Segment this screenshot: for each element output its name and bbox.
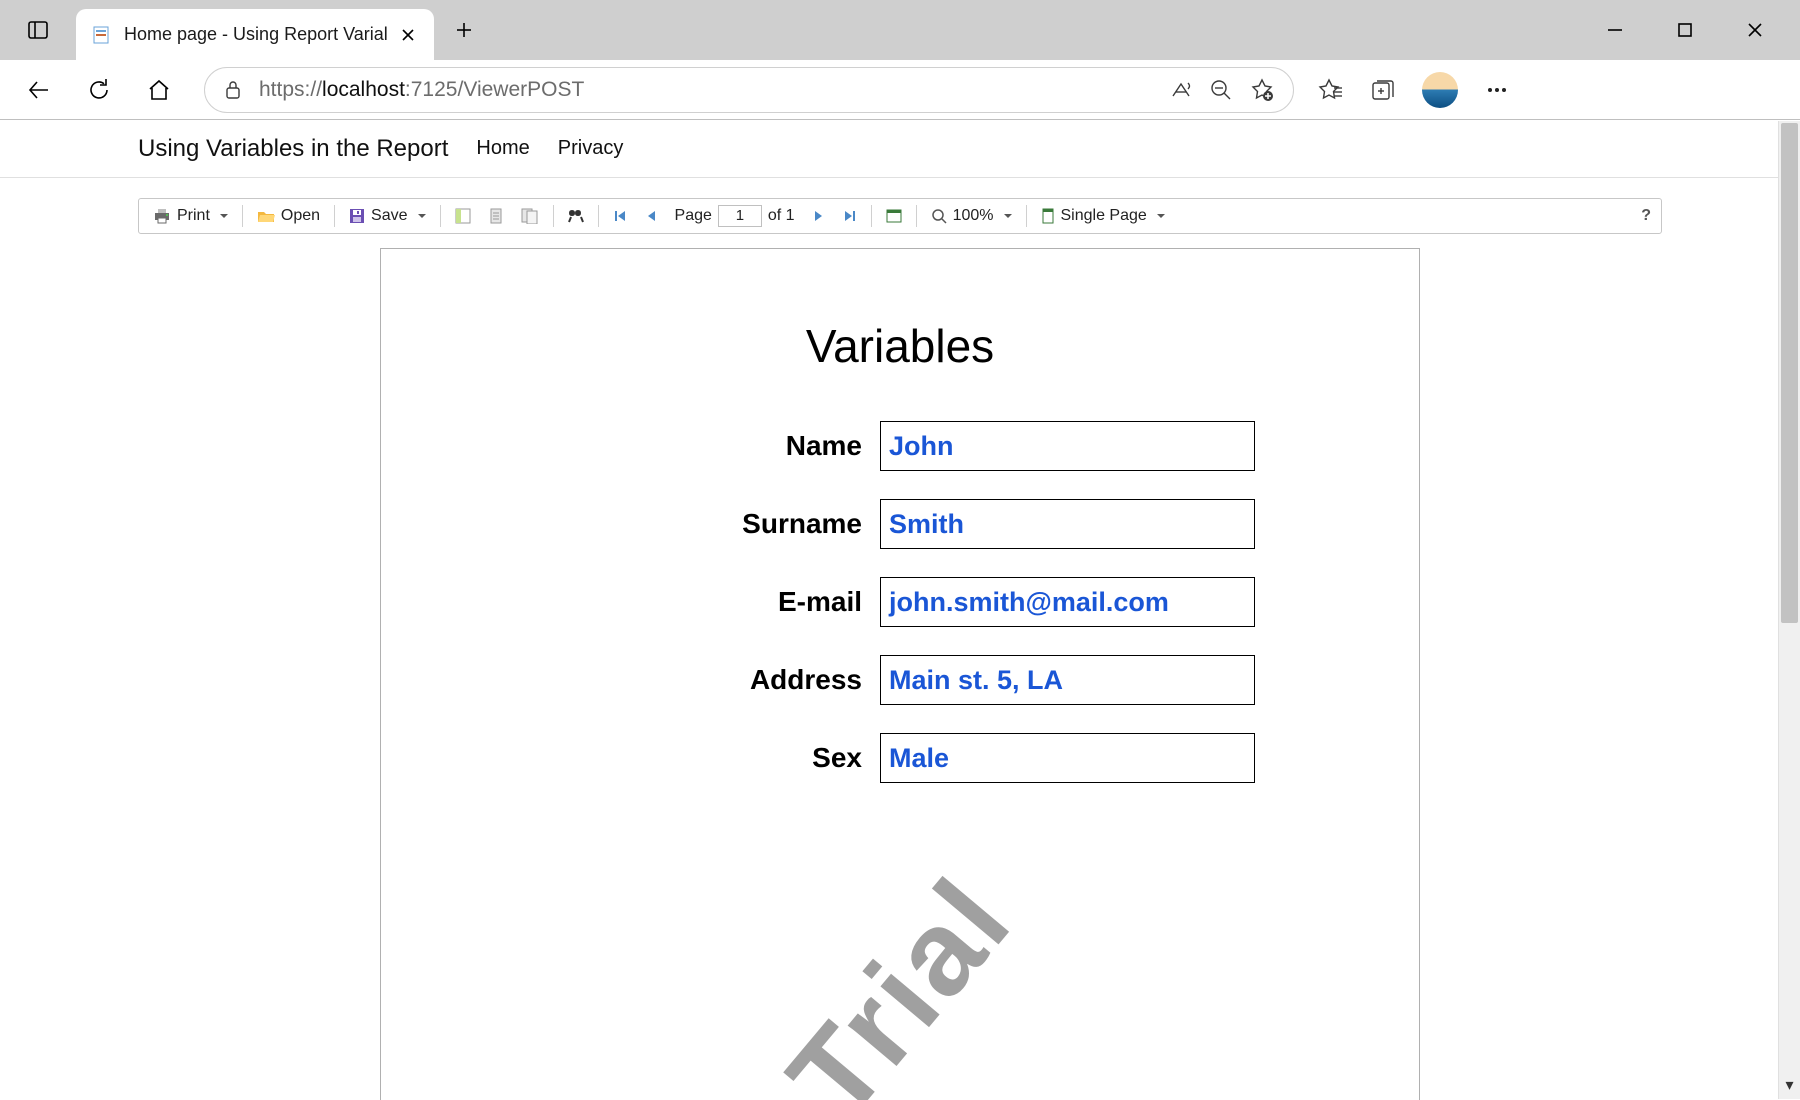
field-value-name: John [880, 421, 1255, 471]
close-window-button[interactable] [1720, 0, 1790, 60]
field-label-address: Address [520, 664, 880, 696]
field-row-name: Name John [520, 421, 1280, 471]
collections-button[interactable] [1358, 65, 1408, 115]
browser-tab[interactable]: Home page - Using Report Varial [76, 9, 434, 60]
view-mode-label: Single Page [1061, 207, 1147, 225]
minimize-button[interactable] [1580, 0, 1650, 60]
browser-nav-row: https://localhost:7125/ViewerPOST [0, 60, 1800, 120]
zoom-button[interactable]: 100% [923, 204, 1020, 228]
field-row-sex: Sex Male [520, 733, 1280, 783]
url-text: https://localhost:7125/ViewerPOST [259, 78, 1153, 102]
site-navbar: Using Variables in the Report Home Priva… [0, 120, 1800, 178]
favorites-button[interactable] [1304, 65, 1354, 115]
report-page: Variables Name John Surname Smith E-mail… [380, 248, 1420, 1100]
print-button[interactable]: Print [145, 204, 236, 228]
next-page-button[interactable] [805, 206, 833, 226]
open-label: Open [281, 207, 320, 225]
report-toolbar: Print Open Save Page 1 [138, 198, 1662, 234]
browser-tab-strip: Home page - Using Report Varial [0, 0, 1800, 60]
window-controls [1580, 0, 1800, 60]
bookmarks-panel-button[interactable] [447, 205, 479, 227]
profile-avatar[interactable] [1422, 72, 1458, 108]
help-button[interactable]: ? [1641, 207, 1651, 225]
field-row-email: E-mail john.smith@mail.com [520, 577, 1280, 627]
page-label: Page [675, 207, 712, 225]
parameters-panel-button[interactable] [481, 205, 511, 227]
folder-open-icon [257, 209, 275, 223]
nav-link-home[interactable]: Home [476, 137, 529, 160]
resources-panel-button[interactable] [513, 205, 547, 227]
save-button[interactable]: Save [341, 204, 433, 228]
trial-watermark: Trial [761, 851, 1038, 1100]
printer-icon [153, 208, 171, 224]
nav-link-privacy[interactable]: Privacy [558, 137, 624, 160]
tab-title: Home page - Using Report Varial [124, 24, 388, 45]
add-favorite-icon[interactable] [1249, 77, 1275, 103]
page-viewport: Using Variables in the Report Home Priva… [0, 120, 1800, 1100]
maximize-button[interactable] [1650, 0, 1720, 60]
more-menu-button[interactable] [1472, 65, 1522, 115]
report-canvas: Variables Name John Surname Smith E-mail… [138, 234, 1662, 1100]
home-button[interactable] [134, 65, 184, 115]
magnifier-icon [931, 208, 947, 224]
save-disk-icon [349, 208, 365, 224]
print-label: Print [177, 207, 210, 225]
field-value-address: Main st. 5, LA [880, 655, 1255, 705]
app-title: Using Variables in the Report [138, 135, 448, 163]
single-page-icon [1041, 208, 1055, 224]
page-favicon-icon [90, 24, 112, 46]
zoom-value: 100% [953, 207, 994, 225]
vertical-scrollbar[interactable]: ▾ [1778, 121, 1800, 1099]
zoom-out-icon[interactable] [1209, 78, 1233, 102]
field-value-surname: Smith [880, 499, 1255, 549]
save-label: Save [371, 207, 407, 225]
scroll-down-arrow-icon[interactable]: ▾ [1779, 1075, 1800, 1095]
field-label-surname: Surname [520, 508, 880, 540]
prev-page-button[interactable] [637, 206, 665, 226]
scrollbar-thumb[interactable] [1781, 123, 1798, 623]
field-row-surname: Surname Smith [520, 499, 1280, 549]
view-mode-button[interactable]: Single Page [1033, 204, 1173, 228]
field-label-email: E-mail [520, 586, 880, 618]
back-button[interactable] [14, 65, 64, 115]
field-row-address: Address Main st. 5, LA [520, 655, 1280, 705]
report-fields: Name John Surname Smith E-mail john.smit… [520, 421, 1280, 783]
site-info-lock-icon[interactable] [223, 79, 243, 101]
field-value-sex: Male [880, 733, 1255, 783]
find-button[interactable] [560, 205, 592, 227]
read-aloud-icon[interactable] [1169, 78, 1193, 102]
close-tab-icon[interactable] [400, 27, 416, 43]
field-value-email: john.smith@mail.com [880, 577, 1255, 627]
first-page-button[interactable] [605, 206, 635, 226]
refresh-button[interactable] [74, 65, 124, 115]
new-tab-button[interactable] [434, 0, 494, 60]
field-label-name: Name [520, 430, 880, 462]
last-page-button[interactable] [835, 206, 865, 226]
tab-actions-button[interactable] [0, 0, 76, 60]
page-number-input[interactable]: 1 [718, 205, 762, 227]
open-button[interactable]: Open [249, 204, 328, 228]
page-total: of 1 [768, 207, 795, 225]
page-indicator: Page 1 of 1 [667, 202, 803, 230]
address-bar[interactable]: https://localhost:7125/ViewerPOST [204, 67, 1294, 113]
report-title: Variables [381, 319, 1419, 373]
field-label-sex: Sex [520, 742, 880, 774]
fullscreen-button[interactable] [878, 206, 910, 226]
